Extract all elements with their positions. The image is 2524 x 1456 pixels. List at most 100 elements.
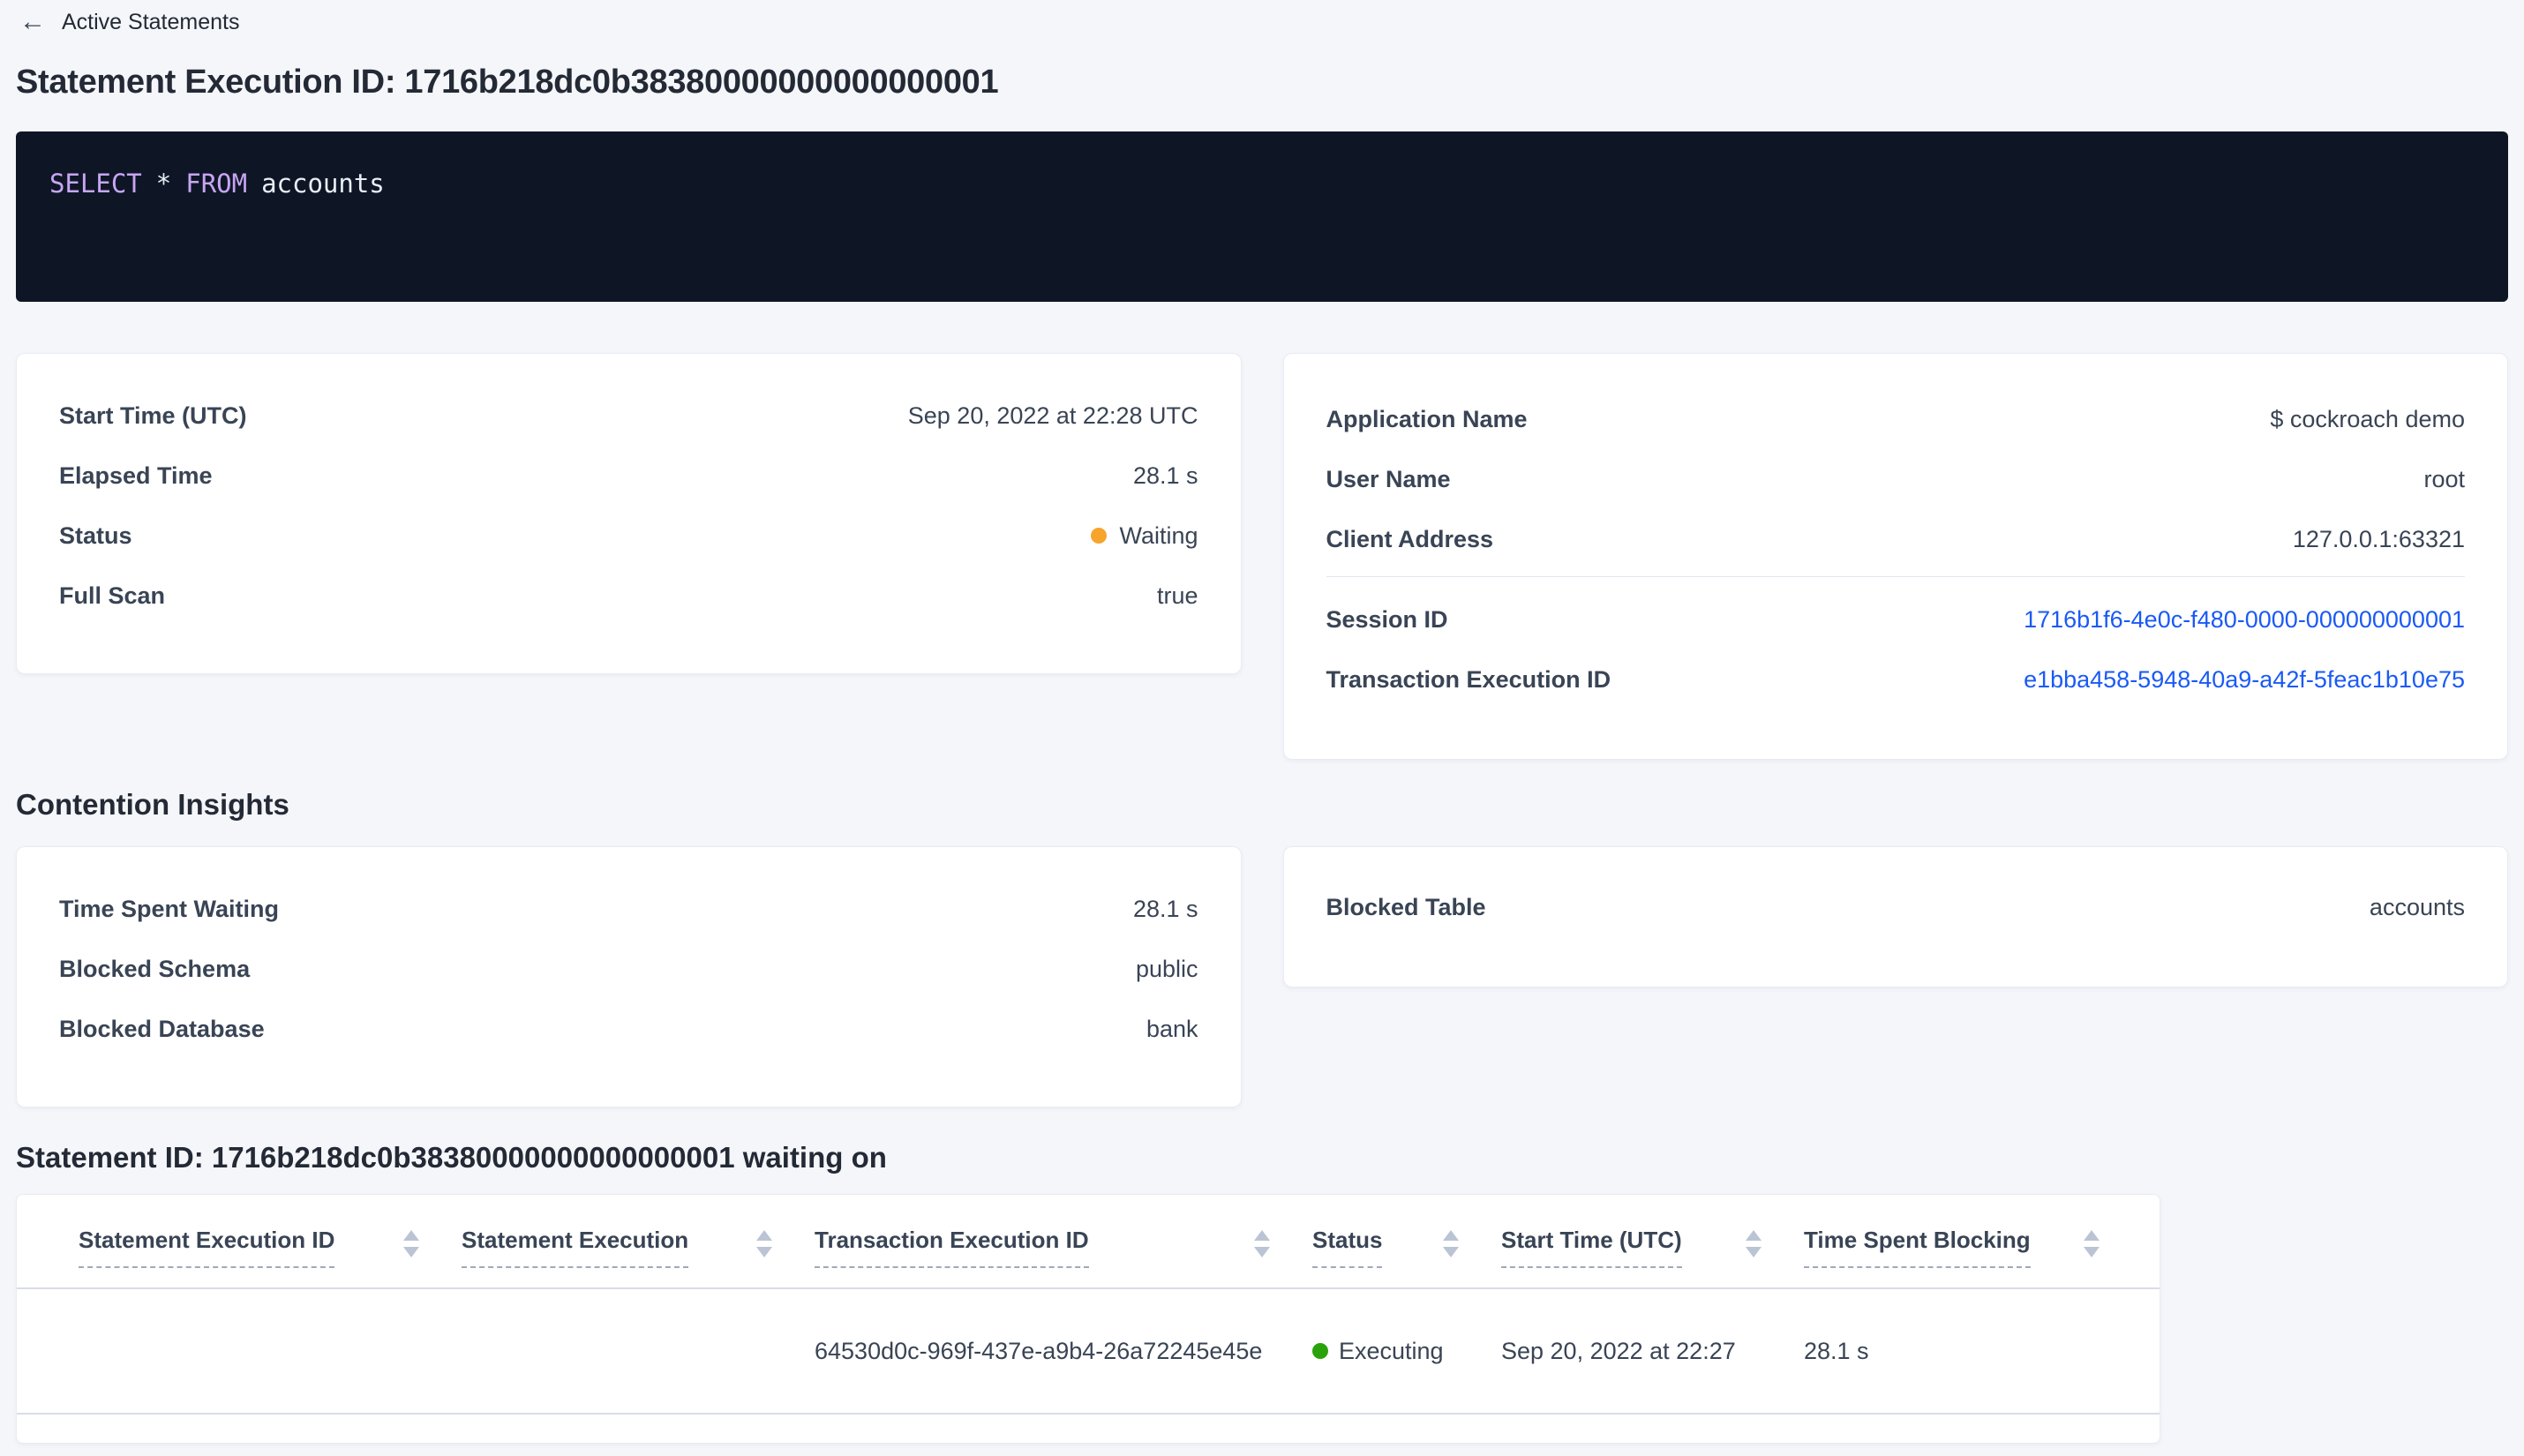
sql-statement-box: SELECT * FROM accounts (16, 131, 2508, 302)
detail-row-time-spent-waiting: Time Spent Waiting 28.1 s (59, 879, 1198, 939)
transaction-execution-id-link[interactable]: e1bba458-5948-40a9-a42f-5feac1b10e75 (2024, 666, 2465, 694)
status-text: Waiting (1119, 522, 1198, 549)
detail-row-blocked-database: Blocked Database bank (59, 999, 1198, 1059)
detail-row-start-time: Start Time (UTC) Sep 20, 2022 at 22:28 U… (59, 386, 1198, 446)
detail-row-application-name: Application Name $ cockroach demo (1326, 389, 2466, 449)
waiting-on-table-card: Statement Execution ID Statement Executi… (16, 1194, 2160, 1445)
detail-row-client-address: Client Address 127.0.0.1:63321 (1326, 509, 2466, 569)
execution-details-card: Start Time (UTC) Sep 20, 2022 at 22:28 U… (16, 353, 1242, 674)
contention-waiting-card: Time Spent Waiting 28.1 s Blocked Schema… (16, 846, 1242, 1107)
waiting-status-dot-icon (1091, 528, 1108, 544)
sort-desc-icon (756, 1247, 772, 1257)
sql-table-identifier: accounts (261, 169, 385, 199)
detail-label: Time Spent Waiting (59, 895, 280, 922)
cell-transaction-execution-id: 64530d0c-969f-437e-a9b4-26a72245e45e (815, 1337, 1263, 1364)
cell-status: Executing (1312, 1338, 1501, 1365)
card-divider (1326, 576, 2465, 577)
detail-label: Application Name (1326, 405, 1528, 432)
detail-label: Client Address (1326, 525, 1494, 552)
status-badge: Waiting (1091, 522, 1198, 550)
sort-icon[interactable] (403, 1227, 419, 1257)
table-row: 64530d0c-969f-437e-a9b4-26a72245e45e Exe… (17, 1289, 2160, 1415)
page-title: Statement Execution ID: 1716b218dc0b3838… (16, 64, 999, 101)
sort-asc-icon (1254, 1230, 1270, 1241)
detail-row-elapsed-time: Elapsed Time 28.1 s (59, 446, 1198, 506)
column-header-label[interactable]: Statement Execution (462, 1227, 689, 1269)
detail-row-user-name: User Name root (1326, 449, 2466, 509)
detail-value: true (1156, 582, 1198, 609)
column-header-label[interactable]: Time Spent Blocking (1804, 1227, 2031, 1269)
column-header-statement-execution: Statement Execution (462, 1227, 815, 1269)
detail-row-session-id: Session ID 1716b1f6-4e0c-f480-0000-00000… (1326, 589, 2466, 649)
sort-asc-icon (2084, 1230, 2100, 1241)
sort-desc-icon (1746, 1247, 1762, 1257)
sql-star-token: * (155, 169, 172, 199)
summary-cards-row: Start Time (UTC) Sep 20, 2022 at 22:28 U… (16, 353, 2508, 760)
detail-label: Transaction Execution ID (1326, 665, 1611, 693)
column-header-label[interactable]: Statement Execution ID (79, 1227, 335, 1269)
waiting-on-heading: Statement ID: 1716b218dc0b38380000000000… (16, 1141, 887, 1174)
detail-label: Full Scan (59, 582, 166, 609)
sort-asc-icon (756, 1230, 772, 1241)
detail-value: $ cockroach demo (2270, 405, 2465, 432)
sort-desc-icon (1443, 1247, 1459, 1257)
contention-cards-row: Time Spent Waiting 28.1 s Blocked Schema… (16, 846, 2508, 1107)
detail-value: public (1135, 955, 1198, 982)
column-header-label[interactable]: Status (1312, 1227, 1383, 1269)
detail-value: accounts (2369, 893, 2465, 920)
sort-asc-icon (403, 1230, 419, 1241)
column-header-label[interactable]: Start Time (UTC) (1501, 1227, 1682, 1269)
back-arrow-icon: ← (19, 7, 46, 36)
cell-time-spent-blocking: 28.1 s (1804, 1337, 1869, 1364)
detail-value: 28.1 s (1132, 462, 1198, 489)
sort-icon[interactable] (756, 1227, 772, 1257)
detail-row-full-scan: Full Scan true (59, 566, 1198, 626)
sql-statement-line: SELECT * FROM accounts (49, 169, 2475, 199)
sort-icon[interactable] (1254, 1227, 1270, 1257)
detail-row-blocked-table: Blocked Table accounts (1326, 877, 2466, 937)
back-link-label: Active Statements (62, 9, 240, 34)
detail-value: 28.1 s (1132, 895, 1198, 922)
detail-label: Blocked Database (59, 1015, 265, 1042)
column-header-status: Status (1312, 1227, 1501, 1269)
sort-asc-icon (1746, 1230, 1762, 1241)
contention-blocked-table-card: Blocked Table accounts (1282, 846, 2508, 987)
detail-label: User Name (1326, 465, 1451, 492)
sort-asc-icon (1443, 1230, 1459, 1241)
detail-label: Session ID (1326, 605, 1448, 633)
sort-desc-icon (1254, 1247, 1270, 1257)
sort-icon[interactable] (2084, 1227, 2100, 1257)
contention-insights-heading: Contention Insights (16, 788, 289, 821)
sql-keyword-from: FROM (185, 169, 248, 199)
detail-value: 127.0.0.1:63321 (2292, 525, 2465, 552)
detail-row-status: Status Waiting (59, 506, 1198, 566)
sort-desc-icon (2084, 1247, 2100, 1257)
column-header-transaction-execution-id: Transaction Execution ID (815, 1227, 1312, 1269)
session-details-card: Application Name $ cockroach demo User N… (1282, 353, 2508, 760)
detail-label: Start Time (UTC) (59, 402, 247, 429)
detail-label: Elapsed Time (59, 462, 213, 489)
table-header-row: Statement Execution ID Statement Executi… (17, 1195, 2160, 1290)
detail-label: Status (59, 522, 132, 549)
sort-icon[interactable] (1746, 1227, 1762, 1257)
cell-start-time: Sep 20, 2022 at 22:27 (1501, 1337, 1736, 1364)
detail-row-blocked-schema: Blocked Schema public (59, 939, 1198, 999)
column-header-time-spent-blocking: Time Spent Blocking (1804, 1227, 2100, 1269)
sort-icon[interactable] (1443, 1227, 1459, 1257)
sql-keyword-select: SELECT (49, 169, 142, 199)
session-id-link[interactable]: 1716b1f6-4e0c-f480-0000-000000000001 (2024, 606, 2465, 634)
detail-label: Blocked Schema (59, 955, 251, 982)
detail-label: Blocked Table (1326, 893, 1486, 920)
detail-row-transaction-execution-id: Transaction Execution ID e1bba458-5948-4… (1326, 649, 2466, 709)
back-link[interactable]: ← Active Statements (16, 7, 243, 37)
column-header-label[interactable]: Transaction Execution ID (815, 1227, 1089, 1269)
detail-value: root (2423, 465, 2465, 492)
detail-value: bank (1146, 1015, 1198, 1042)
column-header-start-time: Start Time (UTC) (1501, 1227, 1804, 1269)
sort-desc-icon (403, 1247, 419, 1257)
column-header-statement-execution-id: Statement Execution ID (79, 1227, 462, 1269)
detail-value: Sep 20, 2022 at 22:28 UTC (907, 402, 1198, 429)
statement-execution-page: ← Active Statements Statement Execution … (0, 0, 2524, 1456)
status-text: Executing (1339, 1337, 1444, 1364)
executing-status-dot-icon (1312, 1343, 1328, 1360)
